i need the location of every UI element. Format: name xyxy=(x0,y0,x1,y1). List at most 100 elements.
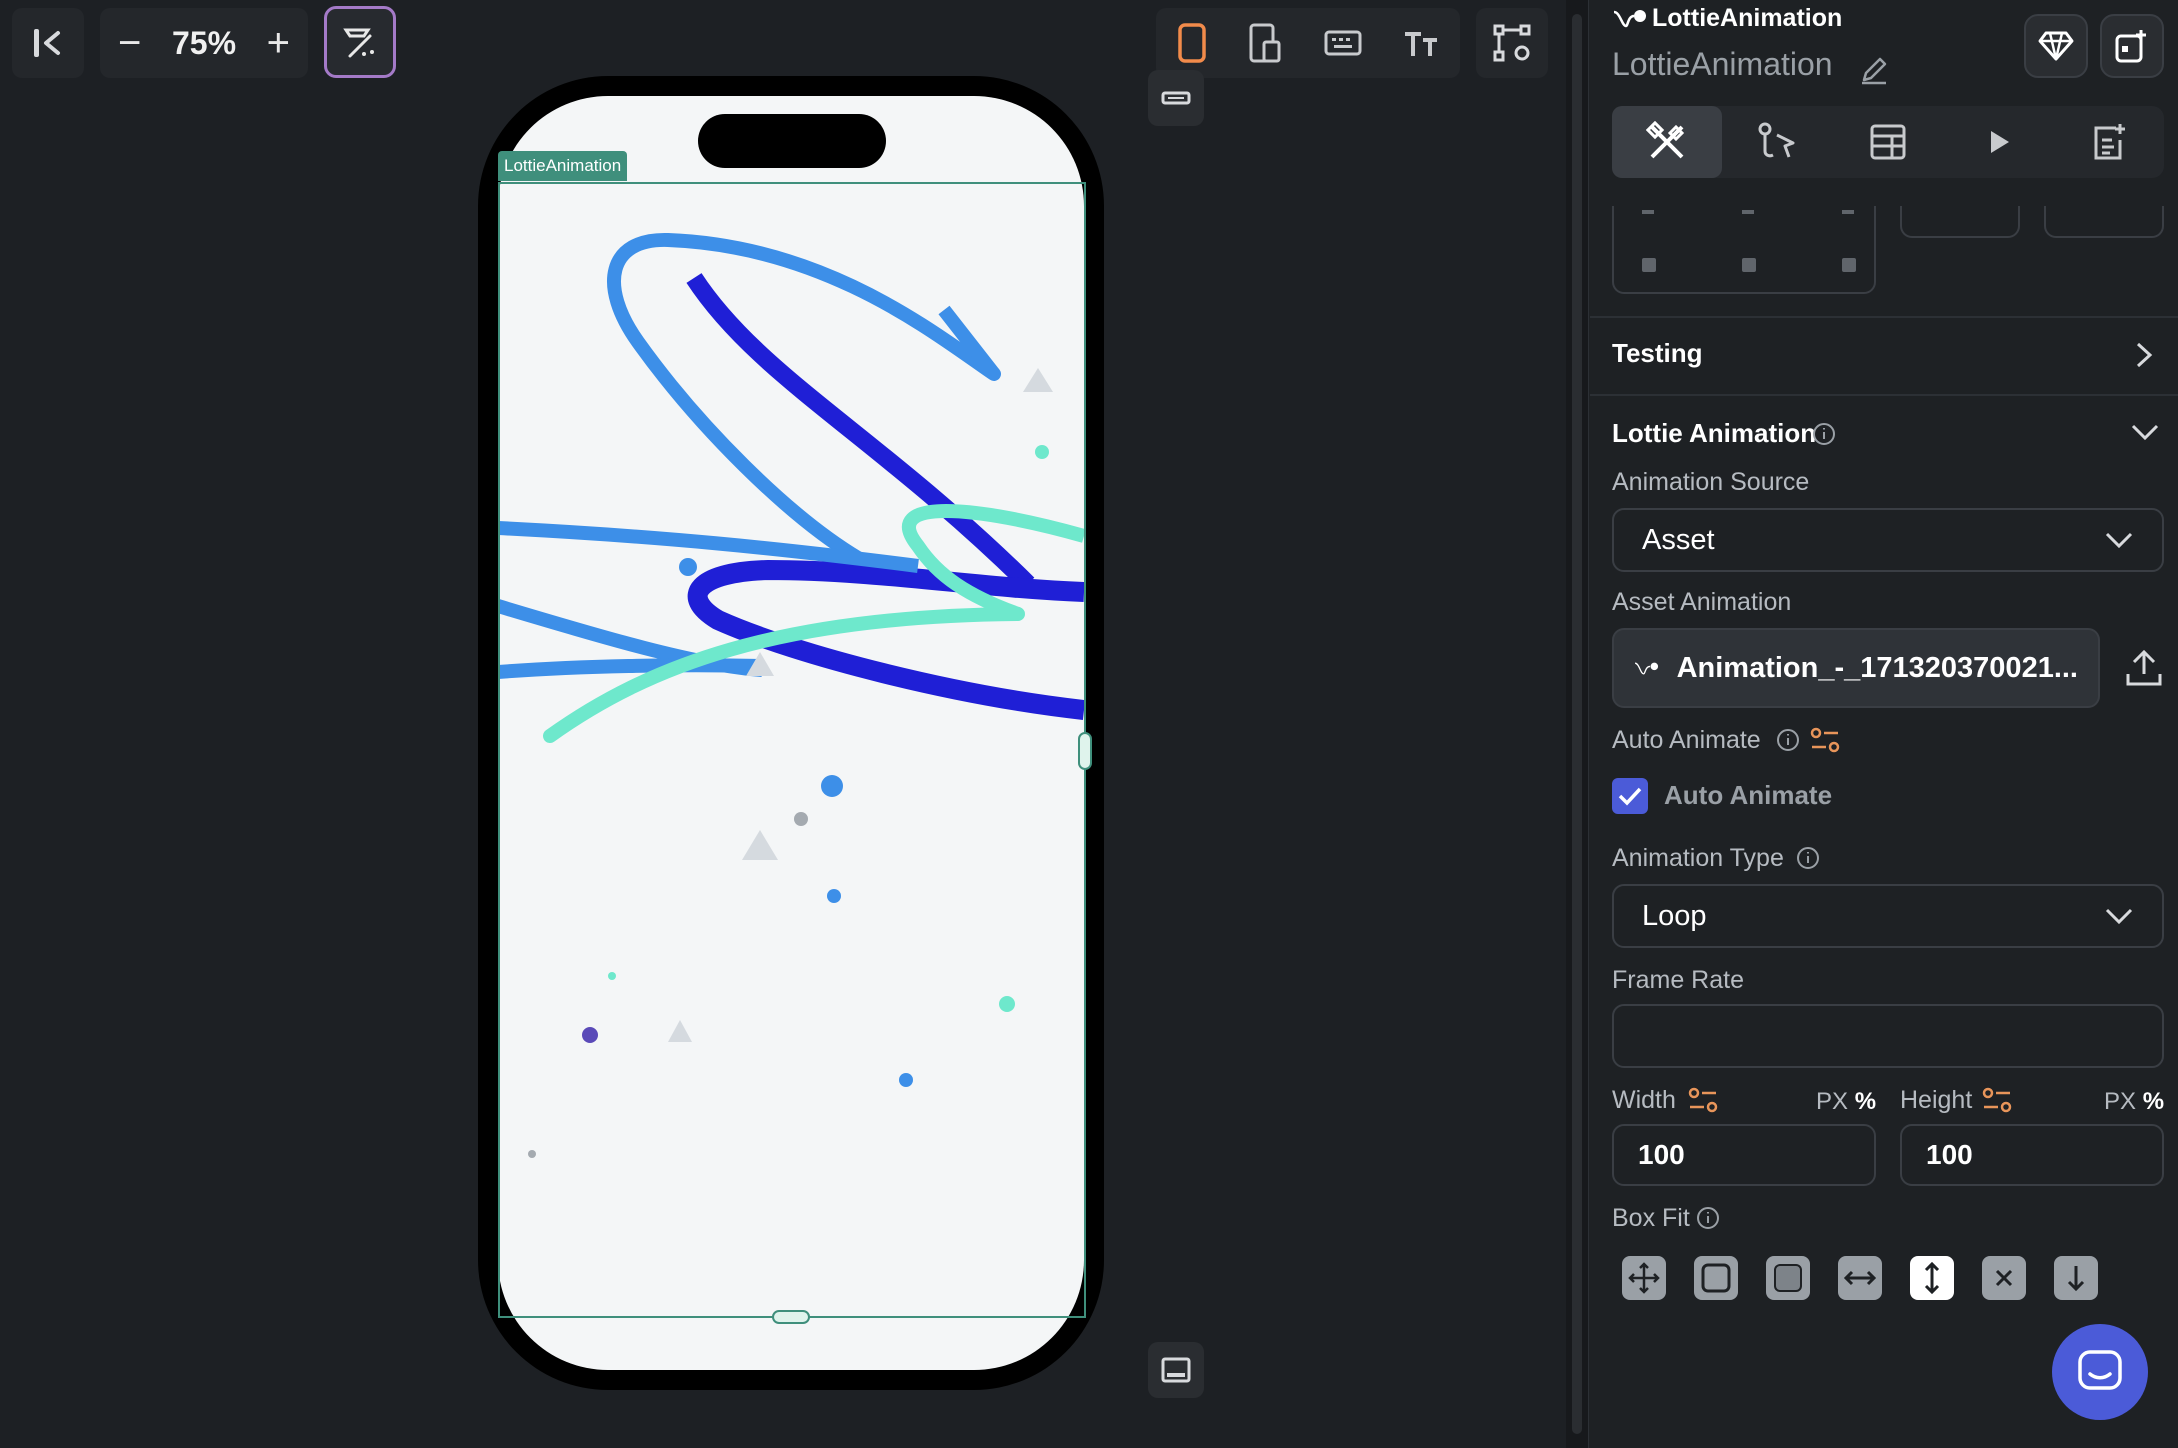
lottie-section-title: Lottie Animation xyxy=(1612,418,1817,448)
width-unit-toggle[interactable]: PX % xyxy=(1816,1088,1876,1116)
info-icon[interactable] xyxy=(1776,728,1800,752)
auto-animate-label: Auto Animate xyxy=(1612,726,1761,754)
align-dot xyxy=(1642,258,1656,272)
play-icon xyxy=(1991,131,2010,153)
zoom-level: 75% xyxy=(171,24,237,61)
boxfit-fill-button[interactable] xyxy=(1766,1256,1810,1300)
padding-field-1[interactable] xyxy=(1900,206,2020,238)
alignment-grid[interactable] xyxy=(1612,206,1876,294)
zoom-out-button[interactable]: − xyxy=(118,23,141,63)
variable-binding-icon[interactable] xyxy=(1982,1086,2012,1114)
frame-rate-input[interactable] xyxy=(1612,1004,2164,1068)
tab-documentation[interactable] xyxy=(2054,106,2164,178)
edit-name-icon[interactable] xyxy=(1858,54,1890,86)
width-label: Width xyxy=(1612,1086,1676,1114)
chat-icon xyxy=(2078,1350,2122,1390)
device-preview-toolbar xyxy=(1156,8,1460,78)
width-unit-percent[interactable]: % xyxy=(1855,1088,1876,1115)
square-filled-icon xyxy=(1774,1264,1802,1292)
boxfit-none-button[interactable] xyxy=(1982,1256,2026,1300)
boxfit-cover-button[interactable] xyxy=(1694,1256,1738,1300)
height-unit-percent[interactable]: % xyxy=(2143,1088,2164,1115)
chevron-right-icon[interactable] xyxy=(2134,340,2154,370)
close-icon xyxy=(1995,1269,2013,1287)
zoom-control: − 75% + xyxy=(100,8,308,78)
height-unit-toggle[interactable]: PX % xyxy=(2104,1088,2164,1116)
lottie-icon xyxy=(1613,10,1646,28)
add-widget-icon xyxy=(2115,30,2146,63)
auto-animate-checkbox[interactable] xyxy=(1612,778,1648,814)
boxfit-fit-height-button[interactable] xyxy=(1910,1256,1954,1300)
phone-icon[interactable] xyxy=(1177,22,1207,64)
boxfit-contain-button[interactable] xyxy=(1622,1256,1666,1300)
upload-icon[interactable] xyxy=(2124,648,2164,688)
variable-binding-icon[interactable] xyxy=(1688,1086,1718,1114)
asset-animation-label: Asset Animation xyxy=(1612,588,1792,616)
tablet-icon[interactable] xyxy=(1248,22,1282,64)
widget-selection-outline[interactable] xyxy=(498,182,1086,1318)
padding-field-2[interactable] xyxy=(2044,206,2164,238)
magic-wand-icon xyxy=(343,28,374,58)
bottom-bar-icon xyxy=(1161,1357,1191,1383)
horizontal-arrows-icon xyxy=(1843,1270,1877,1286)
auto-animate-checkbox-label[interactable]: Auto Animate xyxy=(1664,780,1832,811)
actions-flow-icon xyxy=(1758,122,1795,158)
info-icon[interactable] xyxy=(1812,422,1836,446)
asset-animation-field[interactable]: Animation_-_171320370021... xyxy=(1612,628,2100,708)
height-label: Height xyxy=(1900,1086,1973,1114)
resize-handle-bottom[interactable] xyxy=(772,1310,810,1324)
zoom-in-button[interactable]: + xyxy=(267,23,290,63)
align-dot xyxy=(1842,258,1856,272)
section-divider xyxy=(1590,316,2178,318)
boxfit-fit-width-button[interactable] xyxy=(1838,1256,1882,1300)
resize-handle-right[interactable] xyxy=(1078,732,1092,770)
info-icon[interactable] xyxy=(1696,1206,1720,1230)
text-size-icon[interactable] xyxy=(1403,28,1439,58)
check-icon xyxy=(1618,787,1642,806)
vertical-arrows-icon xyxy=(1924,1261,1940,1295)
design-tools-icon xyxy=(1646,121,1685,159)
variable-binding-icon[interactable] xyxy=(1810,726,1840,754)
tab-actions[interactable] xyxy=(1722,106,1832,178)
magic-wand-button[interactable] xyxy=(324,6,396,78)
animation-source-label: Animation Source xyxy=(1612,468,1810,496)
diamond-icon xyxy=(2038,31,2074,61)
height-input[interactable]: 100 xyxy=(1900,1124,2164,1186)
info-icon[interactable] xyxy=(1796,846,1820,870)
tab-backend-query[interactable] xyxy=(1833,106,1943,178)
support-chat-button[interactable] xyxy=(2052,1324,2148,1420)
width-unit-px[interactable]: PX xyxy=(1816,1088,1848,1115)
width-input[interactable]: 100 xyxy=(1612,1124,1876,1186)
add-to-library-button[interactable] xyxy=(2100,14,2164,78)
boxfit-scale-down-button[interactable] xyxy=(2054,1256,2098,1300)
testing-section-title[interactable]: Testing xyxy=(1612,338,1703,369)
top-bar-toggle-button[interactable] xyxy=(1148,70,1204,126)
widget-name-title[interactable]: LottieAnimation xyxy=(1612,46,1833,83)
height-unit-px[interactable]: PX xyxy=(2104,1088,2136,1115)
lottie-icon xyxy=(1634,662,1659,675)
canvas-scrollbar[interactable] xyxy=(1572,14,1582,1434)
top-bar-icon xyxy=(1161,91,1191,105)
animation-source-dropdown[interactable]: Asset xyxy=(1612,508,2164,572)
tab-animations[interactable] xyxy=(1943,106,2053,178)
panel-tabs xyxy=(1612,106,2164,178)
selected-widget-label: LottieAnimation xyxy=(498,151,628,181)
database-icon xyxy=(1870,124,1906,160)
box-fit-label: Box Fit xyxy=(1612,1204,1690,1232)
animation-type-dropdown[interactable]: Loop xyxy=(1612,884,2164,948)
collapse-panel-icon xyxy=(34,29,60,57)
align-dot xyxy=(1642,210,1654,214)
frame-rate-label: Frame Rate xyxy=(1612,966,1744,994)
keyboard-icon[interactable] xyxy=(1324,28,1362,58)
widget-tree-settings-button[interactable] xyxy=(1476,8,1548,78)
tab-properties[interactable] xyxy=(1612,106,1723,178)
premium-button[interactable] xyxy=(2024,14,2088,78)
chevron-down-icon[interactable] xyxy=(2130,422,2160,442)
align-dot xyxy=(1842,210,1854,214)
bottom-bar-toggle-button[interactable] xyxy=(1148,1342,1204,1398)
animation-source-value: Asset xyxy=(1642,523,1715,556)
dynamic-island xyxy=(698,114,886,168)
collapse-left-panel-button[interactable] xyxy=(12,8,84,78)
chevron-down-icon xyxy=(2105,532,2133,549)
asset-animation-value: Animation_-_171320370021... xyxy=(1676,651,2078,684)
